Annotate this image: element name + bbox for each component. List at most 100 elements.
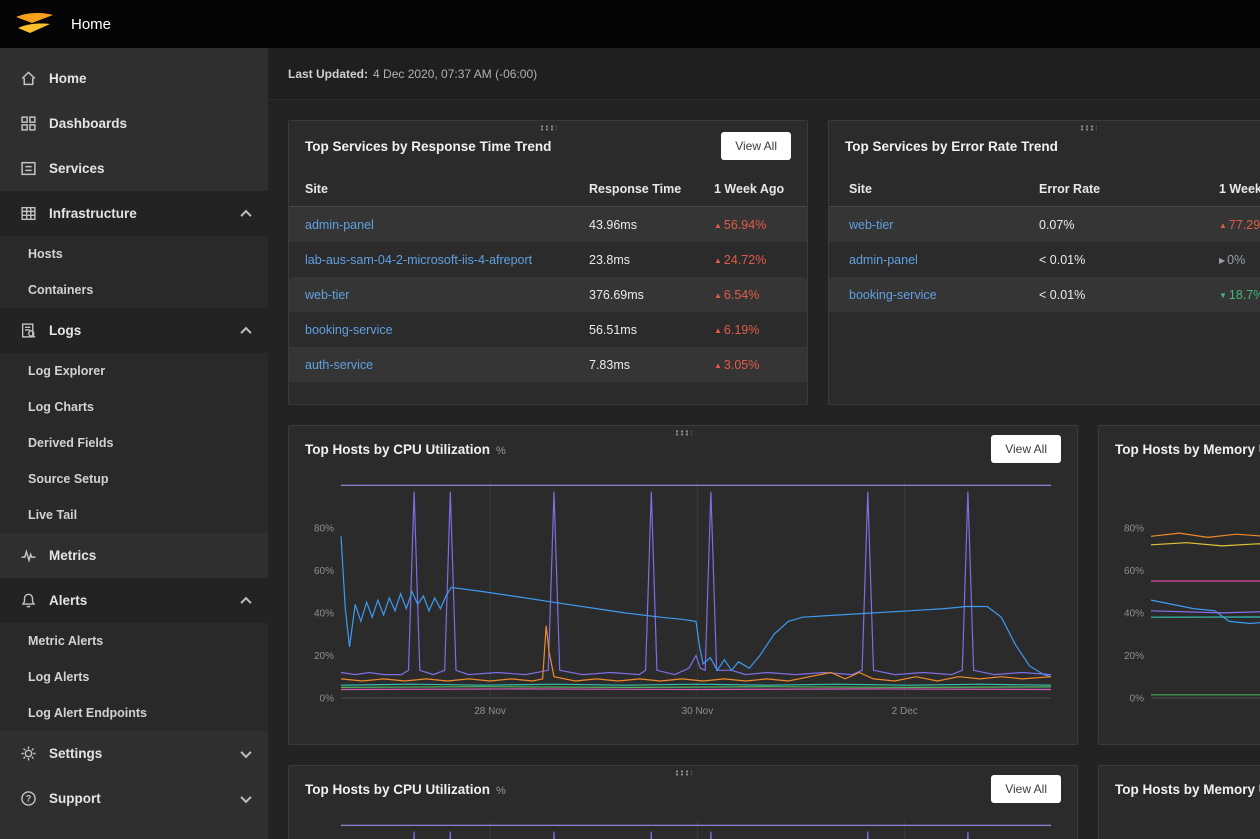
- dashboard-row-2: Top Hosts by CPU Utilization% View All 2…: [288, 425, 1260, 745]
- site-link[interactable]: auth-service: [305, 358, 589, 372]
- nav-group-metrics: Metrics: [0, 533, 268, 578]
- last-updated-bar: Last Updated: 4 Dec 2020, 07:37 AM (-06:…: [268, 48, 1260, 100]
- card-title: Top Hosts by Memory Utilization%: [1115, 782, 1260, 797]
- svg-text:2 Dec: 2 Dec: [892, 706, 918, 717]
- card-header: Top Services by Error Rate Trend View Al…: [829, 121, 1260, 171]
- site-link[interactable]: web-tier: [305, 288, 589, 302]
- response-time-table: SiteResponse Time1 Week Agoadmin-panel43…: [289, 171, 807, 382]
- nav-group-logs: Logs Log Explorer Log Charts Derived Fields…: [0, 308, 268, 533]
- trend-down-icon: ▼: [1219, 291, 1227, 300]
- card-header: Top Hosts by Memory Utilization% View Al…: [1099, 766, 1260, 812]
- site-link[interactable]: lab-aus-sam-04-2-microsoft-iis-4-afrepor…: [305, 253, 589, 267]
- sidebar-item-metrics[interactable]: Metrics: [0, 533, 268, 578]
- value-cell: 43.96ms: [589, 218, 714, 232]
- cpu-utilization-chart: 28 Nov30 Nov2 Dec0%20%40%60%80%: [289, 472, 1079, 744]
- dashboard-row-1: Top Services by Response Time Trend View…: [288, 120, 1260, 405]
- site-link[interactable]: admin-panel: [305, 218, 589, 232]
- drag-handle-icon[interactable]: [1080, 125, 1097, 131]
- nav-group-home: Home: [0, 56, 268, 101]
- chevron-up-icon: [240, 209, 251, 220]
- svg-text:40%: 40%: [314, 608, 334, 619]
- sidebar-item-label: Logs: [49, 323, 81, 338]
- sidebar-item-logs[interactable]: Logs: [0, 308, 268, 353]
- trend-cell: ▲3.05%: [714, 358, 807, 372]
- site-link[interactable]: booking-service: [849, 288, 1039, 302]
- value-cell: < 0.01%: [1039, 288, 1219, 302]
- top-bar: Home: [0, 0, 1260, 48]
- table-row: admin-panel< 0.01%▶0%: [829, 242, 1260, 277]
- sidebar-item-source-setup[interactable]: Source Setup: [0, 461, 268, 497]
- trend-up-icon: ▲: [714, 326, 722, 335]
- trend-up-icon: ▲: [1219, 221, 1227, 230]
- trend-flat-icon: ▶: [1219, 256, 1225, 265]
- svg-text:60%: 60%: [314, 566, 334, 577]
- sidebar-item-log-alerts[interactable]: Log Alerts: [0, 659, 268, 695]
- sidebar-item-metric-alerts[interactable]: Metric Alerts: [0, 623, 268, 659]
- sidebar-item-containers[interactable]: Containers: [0, 272, 268, 308]
- nav-group-services: Services: [0, 146, 268, 191]
- sidebar-subitem-label: Log Explorer: [28, 364, 105, 378]
- drag-handle-icon[interactable]: [675, 430, 692, 436]
- sidebar-item-services[interactable]: Services: [0, 146, 268, 191]
- sidebar-item-label: Infrastructure: [49, 206, 137, 221]
- nav-group-alerts: Alerts Metric Alerts Log Alerts Log Alert E…: [0, 578, 268, 731]
- sidebar-item-label: Dashboards: [49, 116, 127, 131]
- card-header: Top Hosts by Memory Utilization% View Al…: [1099, 426, 1260, 472]
- value-cell: 376.69ms: [589, 288, 714, 302]
- view-all-button[interactable]: View All: [991, 775, 1061, 803]
- sidebar-item-log-explorer[interactable]: Log Explorer: [0, 353, 268, 389]
- value-cell: < 0.01%: [1039, 253, 1219, 267]
- unit-label: %: [496, 785, 506, 797]
- svg-text:60%: 60%: [1124, 566, 1144, 577]
- sidebar-item-hosts[interactable]: Hosts: [0, 236, 268, 272]
- sidebar-item-log-alert-endpoints[interactable]: Log Alert Endpoints: [0, 695, 268, 731]
- sidebar-item-support[interactable]: ?Support: [0, 776, 268, 821]
- sidebar-item-alerts[interactable]: Alerts: [0, 578, 268, 623]
- memory-utilization-chart-2: 28 Nov30 Nov2 Dec0%20%40%60%80%: [1099, 812, 1260, 839]
- card-response-time-trend: Top Services by Response Time Trend View…: [288, 120, 808, 405]
- view-all-button[interactable]: View All: [721, 132, 791, 160]
- trend-cell: ▲6.19%: [714, 323, 807, 337]
- sidebar-item-derived-fields[interactable]: Derived Fields: [0, 425, 268, 461]
- drag-handle-icon[interactable]: [675, 770, 692, 776]
- sidebar-subitem-label: Log Charts: [28, 400, 94, 414]
- sidebar-item-live-tail[interactable]: Live Tail: [0, 497, 268, 533]
- site-link[interactable]: booking-service: [305, 323, 589, 337]
- sidebar-subitem-label: Live Tail: [28, 508, 77, 522]
- sidebar-item-dashboards[interactable]: Dashboards: [0, 101, 268, 146]
- column-header: 1 Week Ago: [1219, 182, 1260, 196]
- svg-text:40%: 40%: [1124, 608, 1144, 619]
- column-header: Site: [849, 182, 1039, 196]
- logs-icon: [20, 322, 37, 339]
- last-updated-value: 4 Dec 2020, 07:37 AM (-06:00): [373, 67, 537, 81]
- sidebar-item-home[interactable]: Home: [0, 56, 268, 101]
- svg-text:20%: 20%: [1124, 651, 1144, 662]
- svg-text:80%: 80%: [314, 523, 334, 534]
- site-link[interactable]: admin-panel: [849, 253, 1039, 267]
- value-cell: 56.51ms: [589, 323, 714, 337]
- column-header: Site: [305, 182, 589, 196]
- trend-up-icon: ▲: [714, 221, 722, 230]
- cpu-utilization-chart-2: 28 Nov30 Nov2 Dec0%20%40%60%80%: [289, 812, 1079, 839]
- view-all-button[interactable]: View All: [991, 435, 1061, 463]
- sidebar-item-label: Alerts: [49, 593, 87, 608]
- card-title: Top Hosts by CPU Utilization%: [305, 782, 506, 797]
- dashboard-grid: Top Services by Response Time Trend View…: [268, 100, 1260, 839]
- sidebar-item-label: Home: [49, 71, 87, 86]
- site-link[interactable]: web-tier: [849, 218, 1039, 232]
- drag-handle-icon[interactable]: [540, 125, 557, 131]
- trend-cell: ▲56.94%: [714, 218, 807, 232]
- sidebar-item-infrastructure[interactable]: Infrastructure: [0, 191, 268, 236]
- page-title: Home: [71, 16, 111, 33]
- home-icon: [20, 70, 37, 87]
- sidebar-item-log-charts[interactable]: Log Charts: [0, 389, 268, 425]
- sidebar-item-settings[interactable]: Settings: [0, 731, 268, 776]
- table-row: lab-aus-sam-04-2-microsoft-iis-4-afrepor…: [289, 242, 807, 277]
- svg-text:80%: 80%: [1124, 523, 1144, 534]
- svg-text:0%: 0%: [1130, 694, 1145, 705]
- sidebar-subitem-label: Log Alerts: [28, 670, 89, 684]
- card-cpu-utilization-2: Top Hosts by CPU Utilization% View All 2…: [288, 765, 1078, 839]
- table-row: web-tier376.69ms▲6.54%: [289, 277, 807, 312]
- table-row: auth-service7.83ms▲3.05%: [289, 347, 807, 382]
- alerts-icon: [20, 592, 37, 609]
